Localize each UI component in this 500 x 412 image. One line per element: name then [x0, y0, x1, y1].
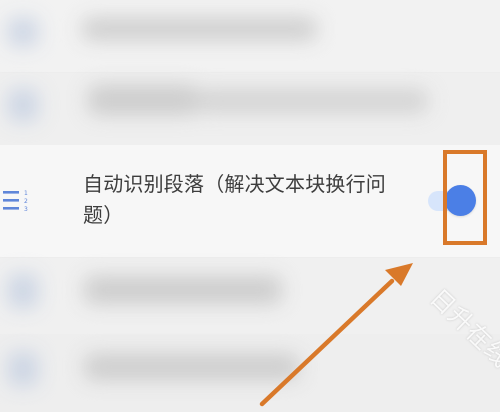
blurred-row-1-content: [0, 0, 500, 72]
settings-screen: 1 2 3 自动识别段落（解决文本块换行问题） 日升在线: [0, 0, 500, 412]
blurred-row-2: [0, 73, 500, 145]
svg-text:3: 3: [24, 206, 28, 213]
svg-text:1: 1: [24, 190, 28, 197]
blurred-row-3-icon: [8, 274, 38, 308]
blurred-row-1: [0, 0, 500, 72]
blurred-row-1-text: [82, 18, 317, 40]
blurred-row-4-text: [84, 354, 299, 380]
blurred-row-2-icon: [8, 89, 38, 121]
blurred-row-2-content: [0, 73, 500, 145]
blurred-row-3-text: [84, 276, 282, 304]
auto-paragraph-setting-label: 自动识别段落（解决文本块换行问题）: [83, 172, 386, 227]
blurred-row-2-text-b: [198, 89, 428, 113]
svg-text:2: 2: [24, 198, 28, 205]
blurred-row-1-icon: [8, 18, 38, 46]
blurred-row-4-icon: [8, 352, 38, 386]
toggle-highlight-box: [443, 150, 487, 245]
blurred-row-2-text-a: [88, 85, 198, 115]
paragraph-detection-icon: 1 2 3: [3, 190, 28, 213]
